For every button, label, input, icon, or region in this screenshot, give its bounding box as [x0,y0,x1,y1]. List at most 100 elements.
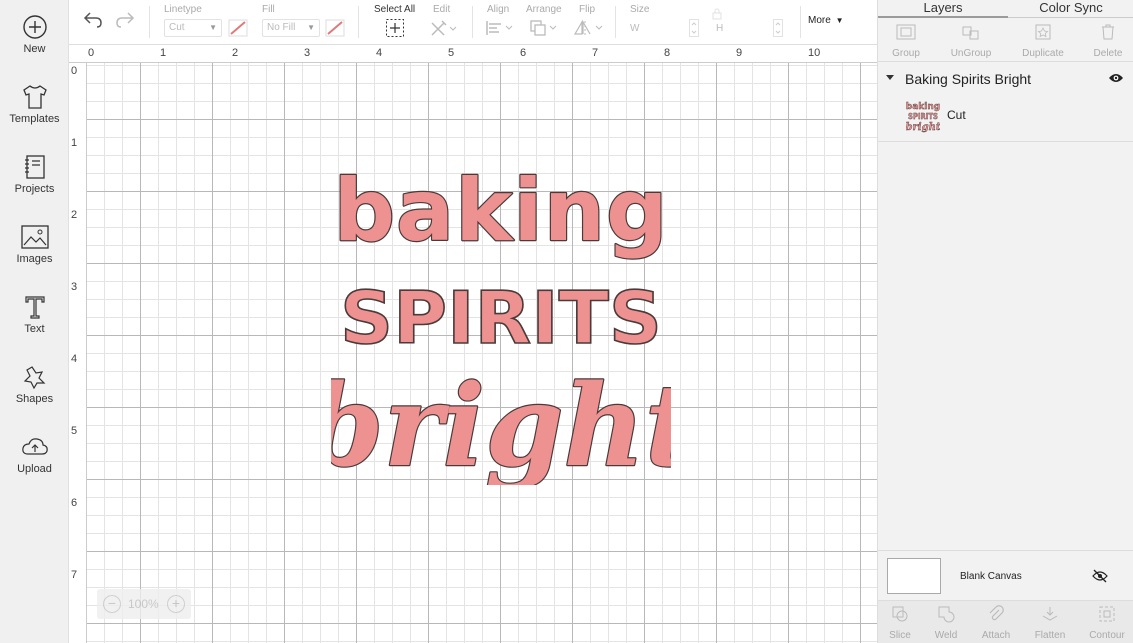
select-all-icon[interactable] [385,18,405,38]
blank-canvas-row[interactable]: Blank Canvas [878,550,1133,600]
group-icon [896,24,916,40]
cloud-upload-icon [21,438,48,455]
more-button[interactable]: More ▼ [808,15,844,26]
edit-icon[interactable] [429,18,457,38]
sidebar-item-upload[interactable]: Upload [0,434,69,496]
action-label: Delete [1093,48,1123,59]
size-label: Size [630,4,650,15]
weld-icon [938,606,955,623]
sidebar-item-label: Templates [9,113,60,125]
zoom-out-button[interactable]: − [103,595,121,613]
sidebar-item-label: New [23,43,46,55]
tshirt-icon [22,85,47,109]
ruler-left-number: 5 [71,425,78,437]
slice-button[interactable]: Slice [875,605,925,641]
lock-icon[interactable] [711,8,723,20]
sidebar-item-templates[interactable]: Templates [0,84,69,146]
arrange-icon[interactable] [528,19,558,37]
ruler-left-number: 3 [71,281,78,293]
bottom-actions-bar: Slice Weld Attach Flatten Contour [878,600,1133,643]
ruler-top-number: 1 [160,47,167,59]
width-stepper[interactable] [689,19,699,37]
blank-canvas-label: Blank Canvas [960,571,1022,582]
ruler-top-number: 7 [592,47,599,59]
redo-icon[interactable] [114,10,136,30]
paperclip-icon [989,605,1004,621]
ruler-top-number: 8 [664,47,671,59]
sidebar-item-projects[interactable]: Projects [0,154,69,216]
align-label: Align [487,4,510,15]
sidebar-item-shapes[interactable]: Shapes [0,364,69,426]
layer-actions-bar: Group UnGroup Duplicate Delete [878,18,1133,62]
ruler-top-number: 9 [736,47,743,59]
action-label: Group [892,48,920,59]
layer-group[interactable]: Baking Spirits Bright baking SPIRITS bri… [878,64,1133,142]
contour-button[interactable]: Contour [1082,605,1132,641]
shapes-icon [23,366,45,390]
size-width-label: W [630,23,640,34]
flatten-button[interactable]: Flatten [1025,605,1075,641]
thumb-text-line: baking [906,102,940,112]
toolbar-divider [472,6,473,38]
top-toolbar: Linetype Cut ▼ Fill No Fill ▼ Select All… [69,0,877,45]
height-stepper[interactable] [773,19,783,37]
layer-group-name: Baking Spirits Bright [905,71,1032,87]
ungroup-button[interactable]: UnGroup [941,24,1001,59]
zoom-in-button[interactable]: + [167,595,185,613]
layers-panel: Layers Color Sync Group UnGroup Duplicat… [877,0,1133,643]
flip-label: Flip [579,4,596,15]
action-label: Slice [889,630,911,641]
sidebar-item-images[interactable]: Images [0,224,69,286]
eye-hidden-icon[interactable] [1092,569,1108,583]
chevron-down-icon: ▼ [209,23,217,32]
eye-icon[interactable] [1108,72,1124,84]
weld-button[interactable]: Weld [921,605,971,641]
chevron-down-icon: ▼ [307,23,315,32]
attach-button[interactable]: Attach [971,605,1021,641]
sidebar-item-text[interactable]: Text [0,294,69,356]
sidebar-item-label: Shapes [15,393,54,405]
fill-select[interactable]: No Fill ▼ [262,19,320,37]
linetype-select[interactable]: Cut ▼ [164,19,222,37]
zoom-control: − 100% + [97,589,191,619]
align-icon[interactable] [485,19,513,37]
delete-button[interactable]: Delete [1078,24,1133,59]
duplicate-button[interactable]: Duplicate [1013,24,1073,59]
ruler-top-number: 10 [808,47,821,59]
fill-value: No Fill [267,22,296,33]
notebook-icon [24,155,45,179]
flip-icon[interactable] [573,19,605,37]
caret-down-icon[interactable] [886,75,894,80]
zoom-value: 100% [128,597,159,611]
action-label: Attach [981,630,1011,641]
action-label: Flatten [1034,630,1066,641]
flatten-icon [1042,607,1058,621]
ruler-top-number: 0 [88,47,95,59]
fill-color-swatch[interactable] [325,19,345,37]
select-all-label: Select All [374,4,416,15]
arrange-label: Arrange [526,4,562,15]
group-button[interactable]: Group [876,24,936,59]
linetype-color-swatch[interactable] [228,19,248,37]
action-label: Contour [1089,630,1125,641]
tab-layers[interactable]: Layers [878,0,1008,18]
sidebar-item-label: Upload [17,463,52,475]
artwork-text-line: bright [331,361,671,485]
baking-spirits-bright-artwork[interactable]: baking SPIRITS bright [331,160,671,485]
contour-icon [1099,606,1115,622]
edit-label: Edit [433,4,451,15]
blank-canvas-swatch[interactable] [887,558,941,594]
layer-thumbnail: baking SPIRITS bright [906,102,940,133]
tab-color-sync[interactable]: Color Sync [1008,0,1133,18]
action-label: UnGroup [950,48,992,59]
ruler-left-number: 1 [71,137,78,149]
ruler-left-number: 7 [71,569,78,581]
design-canvas[interactable]: 0 1 2 3 4 5 6 7 8 9 10 0 1 2 3 4 5 6 7 b… [69,45,877,643]
sidebar-item-new[interactable]: New [0,14,69,76]
ruler-top-number: 4 [376,47,383,59]
text-icon [24,296,45,319]
design-space-app: New Templates Projects Images Text Shape… [0,0,1133,643]
action-label: Duplicate [1022,48,1064,59]
undo-icon[interactable] [82,10,104,30]
size-height-label: H [716,23,724,34]
